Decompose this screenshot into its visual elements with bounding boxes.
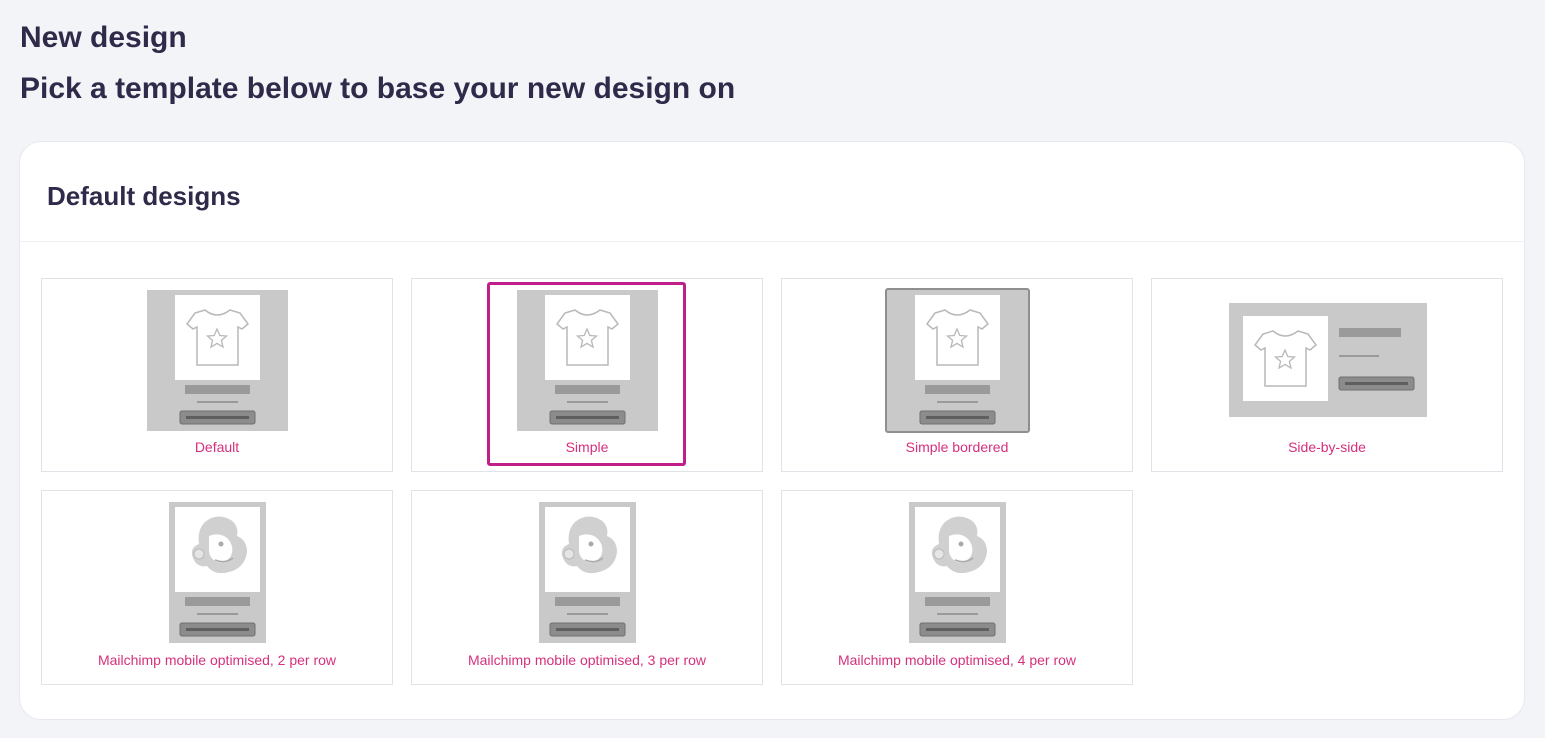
template-card-simple[interactable]: Simple bbox=[411, 278, 763, 472]
mailchimp-mobile-icon bbox=[539, 502, 636, 643]
mailchimp-mobile-icon bbox=[909, 502, 1006, 643]
panel-title: Default designs bbox=[47, 181, 241, 211]
template-card-mobile-2-per-row[interactable]: Mailchimp mobile optimised, 2 per row bbox=[41, 490, 393, 685]
template-label: Mailchimp mobile optimised, 2 per row bbox=[97, 652, 337, 668]
template-card-mobile-4-per-row[interactable]: Mailchimp mobile optimised, 4 per row bbox=[781, 490, 1133, 685]
template-card-simple-bordered[interactable]: Simple bordered bbox=[781, 278, 1133, 472]
template-label: Mailchimp mobile optimised, 4 per row bbox=[837, 652, 1077, 668]
template-label: Default bbox=[194, 439, 240, 455]
tshirt-bordered-icon bbox=[885, 288, 1030, 433]
template-card-side-by-side[interactable]: Side-by-side bbox=[1151, 278, 1503, 472]
panel-header: Default designs bbox=[20, 142, 1524, 242]
template-card-default[interactable]: Default bbox=[41, 278, 393, 472]
template-label: Simple bordered bbox=[905, 439, 1009, 455]
template-label: Simple bbox=[565, 439, 609, 455]
mailchimp-mobile-icon bbox=[169, 502, 266, 643]
template-grid: Default Simple Simple bordered Side-by-s… bbox=[41, 278, 1503, 685]
page-title: New design bbox=[20, 21, 187, 54]
template-label: Side-by-side bbox=[1288, 439, 1366, 455]
page-subtitle: Pick a template below to base your new d… bbox=[20, 72, 736, 105]
tshirt-square-icon bbox=[517, 290, 658, 431]
default-designs-panel: Default designs Default Simple Simple bo… bbox=[19, 141, 1525, 720]
template-label: Mailchimp mobile optimised, 3 per row bbox=[467, 652, 707, 668]
template-card-mobile-3-per-row[interactable]: Mailchimp mobile optimised, 3 per row bbox=[411, 490, 763, 685]
tshirt-side-icon bbox=[1229, 303, 1427, 417]
tshirt-square-icon bbox=[147, 290, 288, 431]
